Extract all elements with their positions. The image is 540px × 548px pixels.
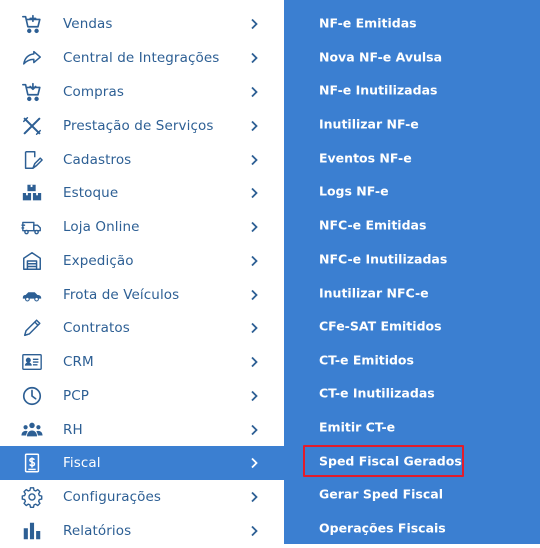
boxes-icon (20, 181, 44, 205)
chevron-right-icon (248, 86, 260, 98)
submenu-item-label: Logs NF-e (319, 183, 389, 199)
warehouse-icon (20, 249, 44, 273)
submenu-item-inutilizar-nfe[interactable]: Inutilizar NF-e (284, 107, 540, 141)
sidebar-item-label: Expedição (63, 253, 134, 269)
sidebar-item-prestacao-de-servicos[interactable]: Prestação de Serviços (0, 109, 284, 143)
fiscal-submenu: NF-e Emitidas Nova NF-e Avulsa NF-e Inut… (284, 0, 540, 544)
submenu-item-operacoes-fiscais[interactable]: Operações Fiscais (284, 511, 540, 545)
chevron-right-icon (248, 424, 260, 436)
submenu-item-label: NF-e Inutilizadas (319, 82, 438, 98)
tools-icon (20, 114, 44, 138)
sidebar-item-label: Configurações (63, 489, 162, 505)
cart-icon (20, 80, 44, 104)
sidebar-item-label: Frota de Veículos (63, 287, 180, 303)
submenu-item-label: Nova NF-e Avulsa (319, 49, 443, 65)
sidebar-item-configuracoes[interactable]: Configurações (0, 480, 284, 514)
submenu-item-cte-emitidos[interactable]: CT-e Emitidos (284, 343, 540, 377)
contact-card-icon (20, 350, 44, 374)
users-icon (20, 418, 44, 442)
submenu-item-label: CT-e Emitidos (319, 352, 414, 368)
sidebar-item-label: RH (63, 422, 83, 438)
sidebar-item-label: Vendas (63, 16, 113, 32)
chevron-right-icon (248, 390, 260, 402)
sidebar-item-label: Relatórios (63, 523, 132, 539)
sidebar-item-label: Cadastros (63, 152, 132, 168)
submenu-item-nova-nfe-avulsa[interactable]: Nova NF-e Avulsa (284, 40, 540, 74)
sidebar-item-label: PCP (63, 388, 90, 404)
sidebar-item-vendas[interactable]: Vendas (0, 7, 284, 41)
submenu-item-label: NF-e Emitidas (319, 15, 417, 31)
submenu-item-emitir-cte[interactable]: Emitir CT-e (284, 410, 540, 444)
submenu-item-label: Emitir CT-e (319, 419, 396, 435)
chevron-right-icon (248, 457, 260, 469)
sidebar-item-relatorios[interactable]: Relatórios (0, 514, 284, 548)
sidebar-item-label: Loja Online (63, 219, 140, 235)
pencil-icon (20, 316, 44, 340)
submenu-item-nfe-inutilizadas[interactable]: NF-e Inutilizadas (284, 73, 540, 107)
edit-icon (20, 148, 44, 172)
submenu-item-inutilizar-nfce[interactable]: Inutilizar NFC-e (284, 276, 540, 310)
chevron-right-icon (248, 154, 260, 166)
chevron-right-icon (248, 52, 260, 64)
share-icon (20, 46, 44, 70)
submenu-item-nfce-emitidas[interactable]: NFC-e Emitidas (284, 208, 540, 242)
submenu-item-label: CFe-SAT Emitidos (319, 318, 442, 334)
submenu-item-cte-inutilizadas[interactable]: CT-e Inutilizadas (284, 376, 540, 410)
submenu-item-gerar-sped-fiscal[interactable]: Gerar Sped Fiscal (284, 477, 540, 511)
submenu-item-label: Operações Fiscais (319, 520, 446, 536)
sidebar-item-pcp[interactable]: PCP (0, 379, 284, 413)
bar-chart-icon (20, 519, 44, 543)
sidebar-item-label: Fiscal (63, 455, 101, 471)
chevron-right-icon (248, 221, 260, 233)
sidebar-item-estoque[interactable]: Estoque (0, 176, 284, 210)
sidebar-item-loja-online[interactable]: Loja Online (0, 210, 284, 244)
sidebar-item-central-de-integracoes[interactable]: Central de Integrações (0, 41, 284, 75)
clock-icon (20, 384, 44, 408)
submenu-item-nfce-inutilizadas[interactable]: NFC-e Inutilizadas (284, 242, 540, 276)
sidebar-item-cadastros[interactable]: Cadastros (0, 143, 284, 177)
submenu-item-label: CT-e Inutilizadas (319, 385, 435, 401)
sidebar-item-label: Compras (63, 84, 124, 100)
sidebar-item-rh[interactable]: RH (0, 413, 284, 447)
chevron-right-icon (248, 120, 260, 132)
sidebar-item-contratos[interactable]: Contratos (0, 311, 284, 345)
sidebar-item-label: Estoque (63, 185, 119, 201)
chevron-right-icon (248, 289, 260, 301)
submenu-item-label: Inutilizar NF-e (319, 116, 419, 132)
chevron-right-icon (248, 18, 260, 30)
chevron-right-icon (248, 322, 260, 334)
main-sidebar: Vendas Central de Integrações Compras Pr… (0, 0, 284, 544)
sidebar-item-label: CRM (63, 354, 94, 370)
chevron-right-icon (248, 525, 260, 537)
cart-icon (20, 12, 44, 36)
submenu-item-cfe-sat-emitidos[interactable]: CFe-SAT Emitidos (284, 309, 540, 343)
submenu-item-label: NFC-e Inutilizadas (319, 251, 448, 267)
submenu-item-logs-nfe[interactable]: Logs NF-e (284, 174, 540, 208)
chevron-right-icon (248, 491, 260, 503)
sidebar-item-label: Prestação de Serviços (63, 118, 214, 134)
sidebar-item-expedicao[interactable]: Expedição (0, 244, 284, 278)
submenu-item-label: Gerar Sped Fiscal (319, 486, 443, 502)
submenu-item-eventos-nfe[interactable]: Eventos NF-e (284, 141, 540, 175)
submenu-item-label: NFC-e Emitidas (319, 217, 427, 233)
car-icon (20, 283, 44, 307)
submenu-item-nfe-emitidas[interactable]: NF-e Emitidas (284, 6, 540, 40)
sidebar-item-frota-de-veiculos[interactable]: Frota de Veículos (0, 278, 284, 312)
fiscal-document-icon (20, 451, 44, 475)
submenu-item-label: Inutilizar NFC-e (319, 285, 429, 301)
sidebar-item-label: Contratos (63, 320, 130, 336)
chevron-right-icon (248, 187, 260, 199)
sidebar-item-fiscal[interactable]: Fiscal (0, 446, 284, 480)
truck-icon (20, 215, 44, 239)
gear-icon (20, 485, 44, 509)
submenu-item-label: Sped Fiscal Gerados (319, 453, 462, 469)
chevron-right-icon (248, 255, 260, 267)
sidebar-item-label: Central de Integrações (63, 50, 220, 66)
submenu-item-sped-fiscal-gerados[interactable]: Sped Fiscal Gerados (284, 444, 540, 478)
sidebar-item-compras[interactable]: Compras (0, 75, 284, 109)
submenu-item-label: Eventos NF-e (319, 150, 412, 166)
chevron-right-icon (248, 356, 260, 368)
sidebar-item-crm[interactable]: CRM (0, 345, 284, 379)
